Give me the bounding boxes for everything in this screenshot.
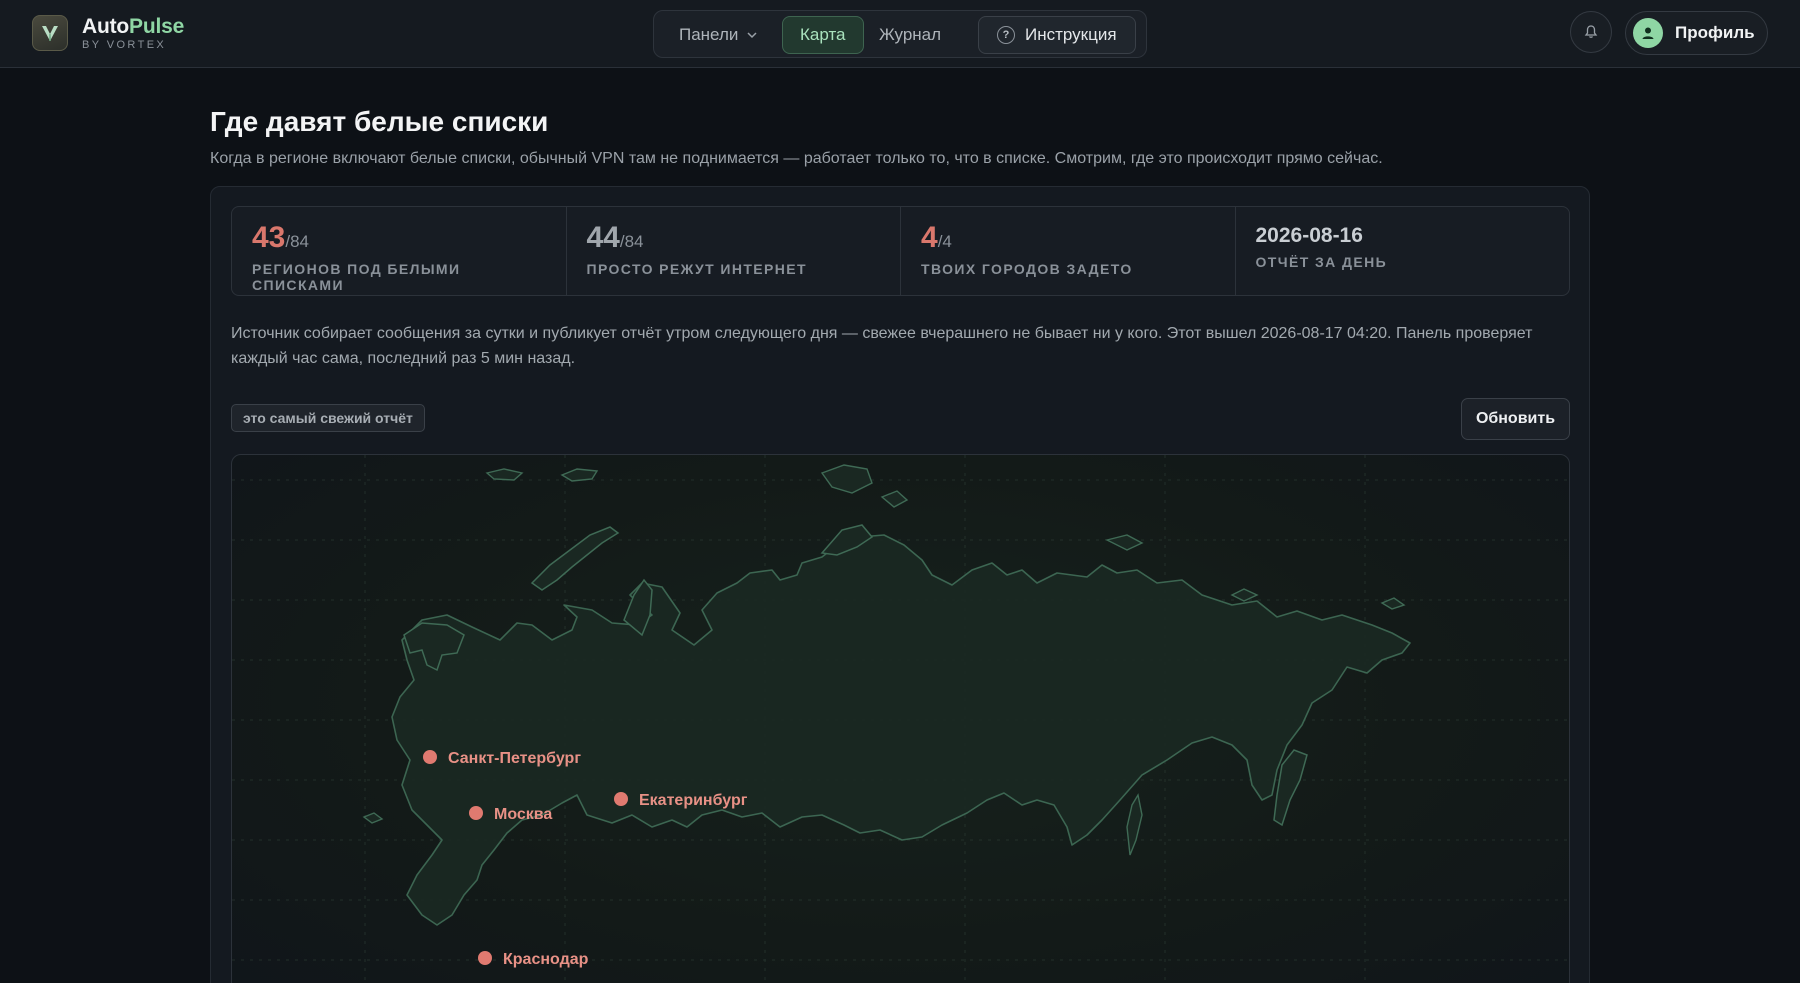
city-label-moscow: Москва <box>494 806 552 823</box>
nav-log-tab[interactable]: Журнал <box>862 16 958 54</box>
brand-subtitle: BY VORTEX <box>82 38 167 51</box>
city-label-spb: Санкт-Петербург <box>448 750 581 767</box>
refresh-button[interactable]: Обновить <box>1461 398 1570 440</box>
source-note: Источник собирает сообщения за сутки и п… <box>231 325 1533 367</box>
brand[interactable]: AutoPulse BY VORTEX <box>32 15 184 51</box>
city-label-krasnodar: Краснодар <box>503 951 589 968</box>
top-bar: AutoPulse BY VORTEX Панели Карта Журнал … <box>0 0 1800 68</box>
stat-label: ОТЧЁТ ЗА ДЕНЬ <box>1255 254 1388 270</box>
report-date: 2026-08-16 <box>1255 224 1363 247</box>
stat-label: ТВОИХ ГОРОДОВ ЗАДЕТО <box>921 261 1133 277</box>
stat-regions-whitelist: 43/84 РЕГИОНОВ ПОД БЕЛЫМИ СПИСКАМИ <box>232 207 567 295</box>
region-map[interactable]: Санкт-Петербург Москва Екатеринбург Крас… <box>231 454 1570 983</box>
stat-your-cities: 4/4 ТВОИХ ГОРОДОВ ЗАДЕТО <box>901 207 1236 295</box>
stat-value: 44/84 <box>586 221 644 254</box>
city-label-ekaterinburg: Екатеринбург <box>639 792 748 809</box>
nav-help-label: Инструкция <box>1025 25 1117 44</box>
stat-value: 4/4 <box>921 221 952 254</box>
stats-row: 43/84 РЕГИОНОВ ПОД БЕЛЫМИ СПИСКАМИ 44/84… <box>231 206 1570 296</box>
profile-label: Профиль <box>1675 23 1755 42</box>
nav-panels-dropdown[interactable]: Панели <box>662 16 775 54</box>
stat-label: РЕГИОНОВ ПОД БЕЛЫМИ СПИСКАМИ <box>252 261 461 293</box>
bell-icon <box>1584 25 1598 38</box>
notifications-button[interactable] <box>1570 11 1612 53</box>
logo-icon <box>32 15 68 51</box>
stat-internet-cut: 44/84 ПРОСТО РЕЖУТ ИНТЕРНЕТ <box>567 207 901 295</box>
profile-button[interactable]: Профиль <box>1625 11 1768 55</box>
chevron-down-icon <box>747 32 757 39</box>
user-icon <box>1633 18 1663 48</box>
russia-outline <box>391 534 1411 926</box>
nav-panels-label: Панели <box>679 25 739 44</box>
main-nav: Панели Карта Журнал ? Инструкция <box>653 10 1147 58</box>
stat-value: 43/84 <box>252 221 310 254</box>
stat-report-date: 2026-08-16 ОТЧЁТ ЗА ДЕНЬ <box>1236 207 1570 295</box>
freshness-badge: это самый свежий отчёт <box>231 404 425 432</box>
brand-name: AutoPulse <box>82 14 185 38</box>
whitelist-card: 43/84 РЕГИОНОВ ПОД БЕЛЫМИ СПИСКАМИ 44/84… <box>210 186 1590 983</box>
nav-map-tab[interactable]: Карта <box>782 16 864 54</box>
nav-help-button[interactable]: ? Инструкция <box>978 16 1136 54</box>
stat-label: ПРОСТО РЕЖУТ ИНТЕРНЕТ <box>586 261 807 277</box>
page-title: Где давят белые списки <box>210 106 549 137</box>
russia-map-svg: Санкт-Петербург Москва Екатеринбург Крас… <box>232 455 1569 983</box>
page-subtitle: Когда в регионе включают белые списки, о… <box>210 150 1383 167</box>
help-circle-icon: ? <box>997 26 1015 44</box>
